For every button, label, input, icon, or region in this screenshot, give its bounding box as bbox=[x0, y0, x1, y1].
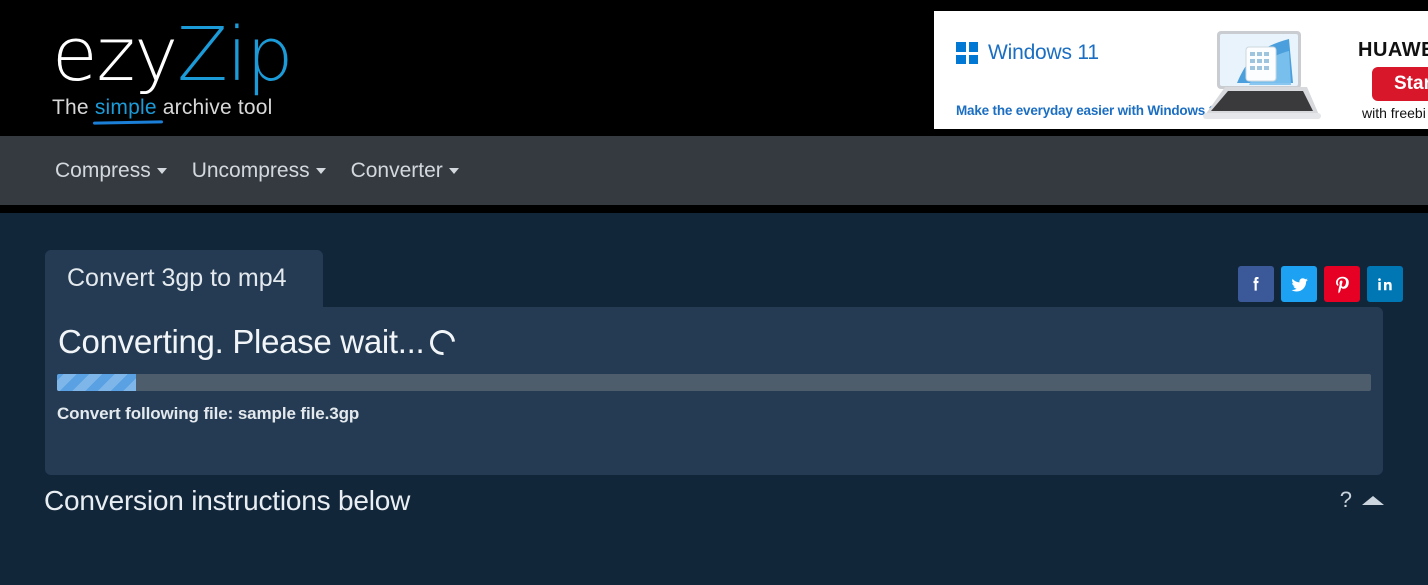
help-icon[interactable]: ? bbox=[1340, 487, 1352, 513]
tagline-pre: The bbox=[52, 96, 95, 119]
tab-label: Convert 3gp to mp4 bbox=[67, 264, 287, 292]
logo-wordmark: ezyZip bbox=[52, 16, 293, 94]
logo-text-zip: Zip bbox=[177, 12, 293, 98]
conversion-status-title: Converting. Please wait... bbox=[58, 323, 1371, 361]
windows-logo-icon bbox=[956, 42, 978, 64]
nav-item-label: Uncompress bbox=[191, 158, 310, 182]
logo-tagline: The simple archive tool bbox=[52, 96, 292, 120]
navbar-bottom-divider bbox=[0, 205, 1428, 213]
share-twitter-button[interactable] bbox=[1281, 266, 1317, 302]
share-linkedin-button[interactable] bbox=[1367, 266, 1403, 302]
share-facebook-button[interactable] bbox=[1238, 266, 1274, 302]
share-pinterest-button[interactable] bbox=[1324, 266, 1360, 302]
tagline-emphasis: simple bbox=[94, 96, 157, 119]
conversion-progress-bar bbox=[57, 374, 1371, 391]
chevron-down-icon bbox=[156, 167, 167, 174]
ad-product-name: Windows 11 bbox=[988, 41, 1099, 64]
ad-brand-name: HUAWEI bbox=[1358, 39, 1428, 61]
instructions-title: Conversion instructions below bbox=[44, 485, 411, 516]
chevron-up-icon[interactable] bbox=[1362, 495, 1384, 505]
linkedin-icon bbox=[1378, 278, 1392, 291]
main-navigation: Compress Uncompress Converter bbox=[0, 136, 1428, 205]
twitter-icon bbox=[1291, 277, 1308, 291]
ad-sub-text: with freebi bbox=[1362, 105, 1426, 121]
tagline-post: archive tool bbox=[156, 96, 273, 119]
ad-cta-button[interactable]: Start bbox=[1372, 67, 1428, 101]
page-content: Convert 3gp to mp4 Converting. Please wa… bbox=[0, 213, 1428, 585]
advertisement-banner[interactable]: Windows 11 Make the everyday easier with… bbox=[934, 11, 1428, 129]
ad-tagline: Make the everyday easier with Windows 11 bbox=[956, 103, 1223, 118]
site-header: ezyZip The simple archive tool Windows 1… bbox=[0, 0, 1428, 136]
nav-item-label: Compress bbox=[55, 158, 151, 182]
pinterest-icon bbox=[1335, 276, 1349, 293]
nav-item-label: Converter bbox=[350, 158, 443, 182]
converting-file-label: Convert following file: sample file.3gp bbox=[57, 404, 360, 423]
status-text: Converting. Please wait... bbox=[58, 323, 425, 360]
conversion-progress-fill bbox=[57, 374, 136, 391]
facebook-icon bbox=[1253, 277, 1259, 291]
tab-convert-3gp-to-mp4[interactable]: Convert 3gp to mp4 bbox=[45, 250, 323, 307]
social-share-bar bbox=[1238, 266, 1403, 302]
logo-text-ezy: ezy bbox=[52, 12, 178, 98]
nav-item-compress[interactable]: Compress bbox=[55, 159, 167, 183]
site-logo[interactable]: ezyZip The simple archive tool bbox=[52, 16, 293, 120]
nav-item-uncompress[interactable]: Uncompress bbox=[192, 159, 326, 183]
chevron-down-icon bbox=[315, 167, 326, 174]
instructions-section-header: Conversion instructions below ? bbox=[44, 485, 1384, 517]
conversion-status-card: Converting. Please wait... Convert follo… bbox=[45, 307, 1383, 475]
laptop-icon bbox=[1203, 31, 1321, 119]
instructions-controls: ? bbox=[1340, 487, 1384, 517]
nav-item-converter[interactable]: Converter bbox=[351, 159, 459, 183]
loading-spinner-icon bbox=[425, 324, 461, 360]
chevron-down-icon bbox=[448, 167, 459, 174]
